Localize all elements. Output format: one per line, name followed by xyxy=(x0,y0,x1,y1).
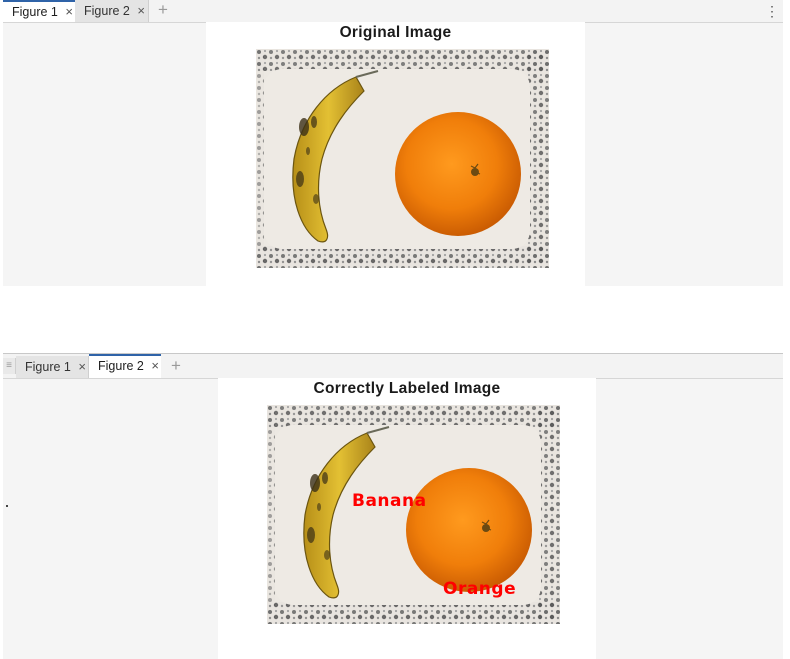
drag-handle-icon[interactable]: ≡ xyxy=(3,358,16,374)
tab-figure-2[interactable]: Figure 2 × xyxy=(89,354,161,378)
figure-canvas: Original Image xyxy=(206,22,585,286)
banana-label: Banana xyxy=(352,491,427,511)
tab-label: Figure 2 xyxy=(98,359,144,373)
tab-figure-1[interactable]: Figure 1 × xyxy=(3,0,75,22)
figure-title: Correctly Labeled Image xyxy=(313,380,501,397)
tab-figure-1[interactable]: Figure 1 × xyxy=(16,356,89,378)
more-options-icon[interactable]: ⋮ xyxy=(765,1,779,21)
add-tab-icon[interactable]: + xyxy=(171,356,181,376)
tab-bar: Figure 1 × Figure 2 × + ⋮ xyxy=(3,0,783,23)
divider-mark xyxy=(6,505,8,507)
tab-label: Figure 1 xyxy=(12,5,58,19)
tab-label: Figure 1 xyxy=(25,360,71,374)
figure-title: Original Image xyxy=(339,24,452,41)
figure-window-top: Figure 1 × Figure 2 × + ⋮ Original Image xyxy=(3,0,783,286)
figure-window-bottom: ≡ Figure 1 × Figure 2 × + Correctly Labe… xyxy=(3,353,783,659)
close-icon[interactable]: × xyxy=(78,356,86,378)
figure-canvas: Correctly Labeled Image Banana Orange xyxy=(218,378,596,659)
close-icon[interactable]: × xyxy=(151,356,159,376)
add-tab-icon[interactable]: + xyxy=(158,0,168,20)
orange-label: Orange xyxy=(443,579,517,599)
original-image xyxy=(256,49,549,268)
tab-bar: ≡ Figure 1 × Figure 2 × + xyxy=(3,354,783,379)
close-icon[interactable]: × xyxy=(137,0,145,22)
close-icon[interactable]: × xyxy=(65,2,73,22)
tab-figure-2[interactable]: Figure 2 × xyxy=(75,0,149,22)
tab-label: Figure 2 xyxy=(84,4,130,18)
